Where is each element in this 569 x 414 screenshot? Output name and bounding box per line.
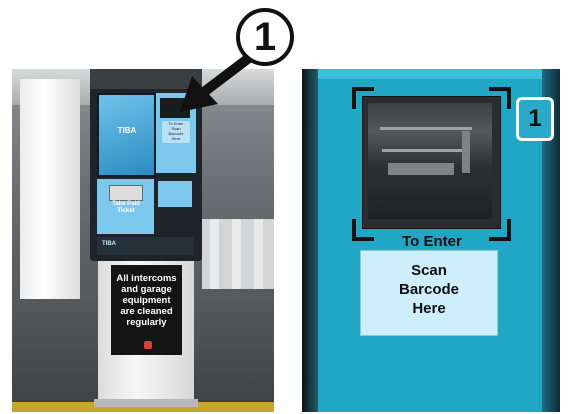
- barrier-stripe: [210, 219, 219, 289]
- corner-bracket-icon: [489, 87, 511, 109]
- sign-logo-icon: [144, 341, 152, 349]
- sign-line: equipment: [122, 295, 171, 306]
- intercom-panel: [158, 181, 192, 207]
- panel-left-edge: [302, 69, 318, 412]
- ticket-slot: [109, 185, 143, 201]
- ticket-text: Take Paid Ticket: [105, 201, 147, 219]
- card-line: Here: [412, 300, 446, 317]
- panel-top: [318, 69, 542, 79]
- step-number-badge: 1: [516, 97, 554, 141]
- sign-line: and garage: [121, 284, 172, 295]
- barrier-stripe: [232, 219, 241, 289]
- sign-line: All intercoms: [116, 273, 177, 284]
- card-line: Barcode: [398, 281, 460, 298]
- scan-sticker-line: Here: [171, 136, 181, 141]
- brand-text: TIBA: [102, 241, 116, 247]
- scan-barcode-card: Scan Barcode Here: [360, 250, 498, 336]
- glass-reflection: [382, 149, 468, 152]
- to-enter-label: To Enter: [402, 233, 462, 250]
- barrier-stripe: [254, 219, 263, 289]
- left-photo-kiosk: TIBA To Enter Scan Barcode Here Take Pai…: [12, 69, 274, 412]
- corner-bracket-icon: [352, 87, 374, 109]
- white-pillar: [20, 79, 80, 319]
- ticket-text-line: Ticket: [117, 208, 135, 214]
- screen-logo-text: TIBA: [117, 126, 137, 135]
- sign-line: regularly: [126, 317, 167, 328]
- glass-reflection: [462, 131, 470, 173]
- sign-line: are cleaned: [120, 306, 173, 317]
- glass-reflection: [388, 163, 454, 175]
- pedestal-base: [94, 399, 198, 407]
- card-line: Scan: [411, 262, 447, 279]
- glass-reflection: [380, 127, 472, 130]
- scan-sticker: To Enter Scan Barcode Here: [162, 121, 190, 143]
- scanner-glass: [368, 103, 492, 219]
- ticket-text-line: Take Paid: [112, 201, 140, 207]
- right-photo-scanner: 1 To Enter Scan Barcode Here: [302, 69, 560, 412]
- callout-number: 1: [236, 8, 294, 66]
